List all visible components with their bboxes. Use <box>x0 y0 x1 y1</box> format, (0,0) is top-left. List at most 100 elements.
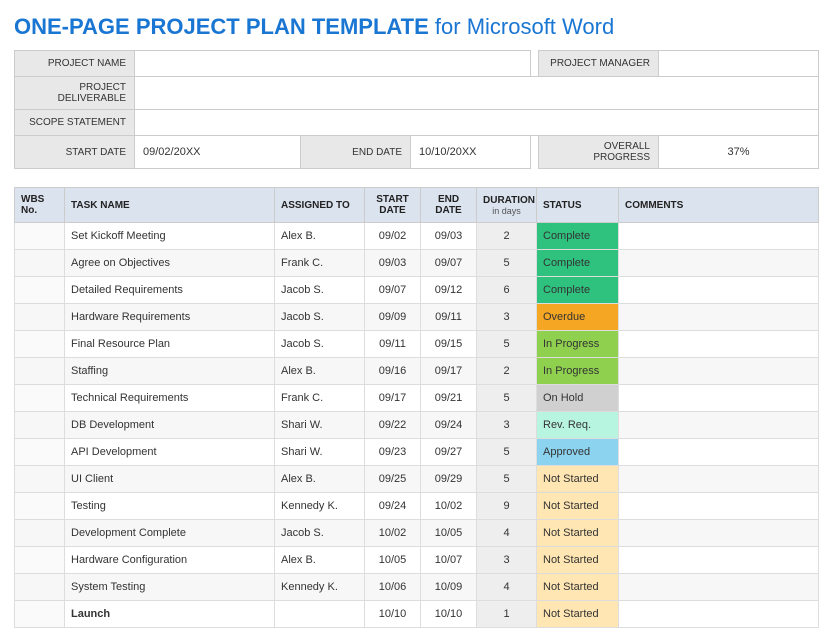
cell-status[interactable]: Not Started <box>537 493 619 520</box>
project-name-value[interactable] <box>135 51 531 77</box>
cell-task[interactable]: Hardware Requirements <box>65 304 275 331</box>
cell-status[interactable]: In Progress <box>537 331 619 358</box>
cell-assigned[interactable]: Kennedy K. <box>275 493 365 520</box>
cell-duration[interactable]: 2 <box>477 223 537 250</box>
cell-duration[interactable]: 5 <box>477 466 537 493</box>
cell-comments[interactable] <box>619 493 819 520</box>
cell-assigned[interactable]: Shari W. <box>275 412 365 439</box>
cell-end[interactable]: 09/12 <box>421 277 477 304</box>
cell-assigned[interactable]: Frank C. <box>275 385 365 412</box>
cell-start[interactable]: 09/09 <box>365 304 421 331</box>
cell-status[interactable]: Not Started <box>537 601 619 628</box>
cell-duration[interactable]: 5 <box>477 331 537 358</box>
cell-status[interactable]: Complete <box>537 250 619 277</box>
cell-end[interactable]: 09/29 <box>421 466 477 493</box>
cell-comments[interactable] <box>619 439 819 466</box>
cell-start[interactable]: 09/02 <box>365 223 421 250</box>
cell-status[interactable]: On Hold <box>537 385 619 412</box>
cell-start[interactable]: 09/23 <box>365 439 421 466</box>
cell-comments[interactable] <box>619 358 819 385</box>
cell-wbs[interactable] <box>15 358 65 385</box>
cell-end[interactable]: 10/05 <box>421 520 477 547</box>
cell-end[interactable]: 10/02 <box>421 493 477 520</box>
cell-assigned[interactable]: Jacob S. <box>275 331 365 358</box>
cell-task[interactable]: Set Kickoff Meeting <box>65 223 275 250</box>
cell-duration[interactable]: 1 <box>477 601 537 628</box>
cell-status[interactable]: Not Started <box>537 466 619 493</box>
cell-end[interactable]: 10/07 <box>421 547 477 574</box>
cell-task[interactable]: Testing <box>65 493 275 520</box>
cell-assigned[interactable]: Jacob S. <box>275 520 365 547</box>
cell-start[interactable]: 09/16 <box>365 358 421 385</box>
cell-task[interactable]: Detailed Requirements <box>65 277 275 304</box>
end-date-value[interactable]: 10/10/20XX <box>411 136 531 169</box>
cell-task[interactable]: DB Development <box>65 412 275 439</box>
cell-task[interactable]: Technical Requirements <box>65 385 275 412</box>
cell-assigned[interactable]: Frank C. <box>275 250 365 277</box>
cell-duration[interactable]: 4 <box>477 520 537 547</box>
cell-status[interactable]: Not Started <box>537 574 619 601</box>
cell-duration[interactable]: 3 <box>477 304 537 331</box>
cell-wbs[interactable] <box>15 277 65 304</box>
cell-wbs[interactable] <box>15 439 65 466</box>
cell-status[interactable]: Complete <box>537 277 619 304</box>
project-manager-value[interactable] <box>659 51 819 77</box>
cell-assigned[interactable] <box>275 601 365 628</box>
scope-value[interactable] <box>135 110 819 136</box>
cell-assigned[interactable]: Alex B. <box>275 547 365 574</box>
cell-duration[interactable]: 3 <box>477 412 537 439</box>
cell-duration[interactable]: 3 <box>477 547 537 574</box>
cell-end[interactable]: 10/09 <box>421 574 477 601</box>
cell-start[interactable]: 10/10 <box>365 601 421 628</box>
cell-end[interactable]: 10/10 <box>421 601 477 628</box>
cell-comments[interactable] <box>619 466 819 493</box>
cell-wbs[interactable] <box>15 574 65 601</box>
cell-start[interactable]: 10/05 <box>365 547 421 574</box>
cell-assigned[interactable]: Kennedy K. <box>275 574 365 601</box>
cell-wbs[interactable] <box>15 304 65 331</box>
cell-wbs[interactable] <box>15 385 65 412</box>
cell-wbs[interactable] <box>15 466 65 493</box>
cell-wbs[interactable] <box>15 547 65 574</box>
cell-task[interactable]: API Development <box>65 439 275 466</box>
cell-end[interactable]: 09/03 <box>421 223 477 250</box>
cell-status[interactable]: Not Started <box>537 520 619 547</box>
cell-comments[interactable] <box>619 547 819 574</box>
cell-wbs[interactable] <box>15 331 65 358</box>
cell-task[interactable]: UI Client <box>65 466 275 493</box>
cell-comments[interactable] <box>619 574 819 601</box>
cell-task[interactable]: Development Complete <box>65 520 275 547</box>
cell-duration[interactable]: 2 <box>477 358 537 385</box>
cell-assigned[interactable]: Shari W. <box>275 439 365 466</box>
cell-assigned[interactable]: Alex B. <box>275 223 365 250</box>
cell-wbs[interactable] <box>15 520 65 547</box>
cell-comments[interactable] <box>619 223 819 250</box>
cell-start[interactable]: 09/17 <box>365 385 421 412</box>
cell-duration[interactable]: 5 <box>477 439 537 466</box>
cell-start[interactable]: 09/25 <box>365 466 421 493</box>
cell-duration[interactable]: 5 <box>477 250 537 277</box>
cell-assigned[interactable]: Alex B. <box>275 466 365 493</box>
cell-status[interactable]: Not Started <box>537 547 619 574</box>
cell-end[interactable]: 09/07 <box>421 250 477 277</box>
cell-comments[interactable] <box>619 520 819 547</box>
cell-comments[interactable] <box>619 304 819 331</box>
cell-status[interactable]: Complete <box>537 223 619 250</box>
cell-comments[interactable] <box>619 277 819 304</box>
cell-wbs[interactable] <box>15 601 65 628</box>
cell-task[interactable]: System Testing <box>65 574 275 601</box>
cell-start[interactable]: 10/06 <box>365 574 421 601</box>
cell-duration[interactable]: 9 <box>477 493 537 520</box>
cell-comments[interactable] <box>619 250 819 277</box>
cell-task[interactable]: Agree on Objectives <box>65 250 275 277</box>
cell-start[interactable]: 09/24 <box>365 493 421 520</box>
cell-end[interactable]: 09/11 <box>421 304 477 331</box>
cell-end[interactable]: 09/15 <box>421 331 477 358</box>
cell-status[interactable]: Rev. Req. <box>537 412 619 439</box>
cell-start[interactable]: 09/11 <box>365 331 421 358</box>
cell-start[interactable]: 09/22 <box>365 412 421 439</box>
cell-start[interactable]: 09/03 <box>365 250 421 277</box>
cell-task[interactable]: Launch <box>65 601 275 628</box>
cell-duration[interactable]: 5 <box>477 385 537 412</box>
cell-start[interactable]: 10/02 <box>365 520 421 547</box>
